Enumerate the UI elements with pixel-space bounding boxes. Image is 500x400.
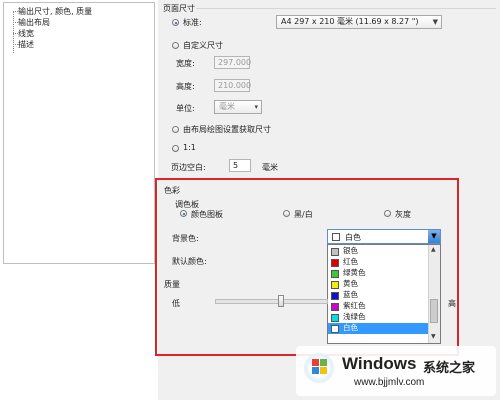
cyan-swatch bbox=[331, 313, 339, 322]
from-layout-radio[interactable] bbox=[172, 126, 179, 133]
tree-item-description[interactable]: 描述 bbox=[18, 39, 34, 50]
watermark: Windows 系统之家 www.bjjmlv.com bbox=[296, 346, 496, 396]
custom-size-radio[interactable] bbox=[172, 42, 179, 49]
quality-low-label: 低 bbox=[172, 299, 180, 308]
palette-color-radio[interactable] bbox=[180, 210, 187, 217]
white-swatch bbox=[332, 232, 340, 241]
blue-swatch bbox=[331, 291, 339, 300]
quality-slider[interactable] bbox=[215, 295, 328, 307]
dropdown-item-red[interactable]: 红色 bbox=[328, 257, 428, 268]
palette-gray-label: 灰度 bbox=[395, 210, 411, 219]
palette-bw-label: 黑/白 bbox=[294, 210, 313, 219]
white-swatch bbox=[331, 324, 339, 333]
background-color-select[interactable]: 白色 ▼ bbox=[327, 229, 441, 244]
margin-field[interactable]: 5 bbox=[229, 159, 251, 172]
dropdown-item-green-yellow[interactable]: 绿黄色 bbox=[328, 268, 428, 279]
custom-size-label: 自定义尺寸 bbox=[183, 41, 223, 50]
dropdown-item-blue[interactable]: 蓝色 bbox=[328, 290, 428, 301]
color-group-label: 色彩 bbox=[164, 186, 180, 195]
tree-panel: 输出尺寸, 颜色, 质量 输出布局 线宽 描述 bbox=[3, 2, 155, 264]
tree-connector bbox=[13, 11, 14, 53]
scroll-up-icon[interactable]: ▲ bbox=[431, 246, 436, 253]
watermark-brand: Windows bbox=[342, 354, 417, 373]
dropdown-item-cyan[interactable]: 浅绿色 bbox=[328, 312, 428, 323]
palette-bw-radio[interactable] bbox=[283, 210, 290, 217]
slider-track bbox=[215, 299, 328, 304]
scroll-down-icon[interactable]: ▼ bbox=[431, 333, 436, 340]
standard-size-select[interactable]: A4 297 x 210 毫米 (11.69 x 8.27 ") ▼ bbox=[276, 15, 442, 29]
red-swatch bbox=[331, 258, 339, 267]
height-label: 高度: bbox=[176, 82, 195, 91]
quality-high-label: 高 bbox=[448, 299, 456, 308]
unit-value: 毫米 bbox=[219, 102, 235, 111]
unit-label: 单位: bbox=[176, 104, 195, 113]
width-field[interactable]: 297.000 bbox=[214, 56, 251, 69]
palette-color-label: 颜色图板 bbox=[191, 210, 223, 219]
watermark-url: www.bjjmlv.com bbox=[354, 377, 425, 388]
default-color-label: 默认颜色: bbox=[172, 257, 207, 266]
windows-logo bbox=[304, 353, 334, 383]
standard-size-radio[interactable] bbox=[172, 19, 179, 26]
dropdown-item-silver[interactable]: 银色 bbox=[328, 246, 428, 257]
green-swatch bbox=[331, 269, 339, 278]
chevron-down-icon[interactable]: ▼ bbox=[428, 230, 440, 243]
height-field[interactable]: 210.000 bbox=[214, 79, 251, 92]
palette-gray-radio[interactable] bbox=[384, 210, 391, 217]
quality-group-label: 质量 bbox=[164, 280, 180, 289]
watermark-brand-cn: 系统之家 bbox=[423, 361, 476, 376]
background-color-label: 背景色: bbox=[172, 234, 199, 243]
silver-swatch bbox=[331, 247, 339, 256]
color-dropdown-list: 银色 红色 绿黄色 黄色 蓝色 紫红色 浅绿色 白色 ▲ ▼ bbox=[327, 244, 441, 344]
tree-item-output-size[interactable]: 输出尺寸, 颜色, 质量 bbox=[18, 6, 92, 17]
dropdown-scrollbar[interactable]: ▲ ▼ bbox=[428, 245, 440, 343]
chevron-down-icon: ▼ bbox=[432, 18, 438, 26]
dropdown-item-white[interactable]: 白色 bbox=[328, 323, 428, 334]
margin-label: 页边空白: bbox=[171, 163, 206, 172]
magenta-swatch bbox=[331, 302, 339, 311]
width-label: 宽度: bbox=[176, 59, 195, 68]
chevron-down-icon: ▾ bbox=[254, 103, 258, 111]
standard-size-label: 标准: bbox=[183, 18, 202, 27]
from-layout-label: 由布局绘图设置获取尺寸 bbox=[183, 125, 271, 134]
page-size-group-label: 页面尺寸 bbox=[163, 4, 195, 13]
tree-item-output-layout[interactable]: 输出布局 bbox=[18, 17, 50, 28]
dropdown-item-magenta[interactable]: 紫红色 bbox=[328, 301, 428, 312]
tree-item-line-width[interactable]: 线宽 bbox=[18, 28, 34, 39]
scrollbar-thumb[interactable] bbox=[430, 299, 438, 323]
standard-size-value: A4 297 x 210 毫米 (11.69 x 8.27 ") bbox=[281, 17, 419, 26]
one-to-one-radio[interactable] bbox=[172, 145, 179, 152]
background-color-value: 白色 bbox=[345, 233, 361, 242]
one-to-one-label: 1:1 bbox=[183, 143, 196, 152]
slider-thumb[interactable] bbox=[278, 295, 284, 307]
unit-select[interactable]: 毫米 ▾ bbox=[214, 100, 262, 114]
margin-unit-label: 毫米 bbox=[262, 163, 278, 172]
dropdown-item-yellow[interactable]: 黄色 bbox=[328, 279, 428, 290]
yellow-swatch bbox=[331, 280, 339, 289]
